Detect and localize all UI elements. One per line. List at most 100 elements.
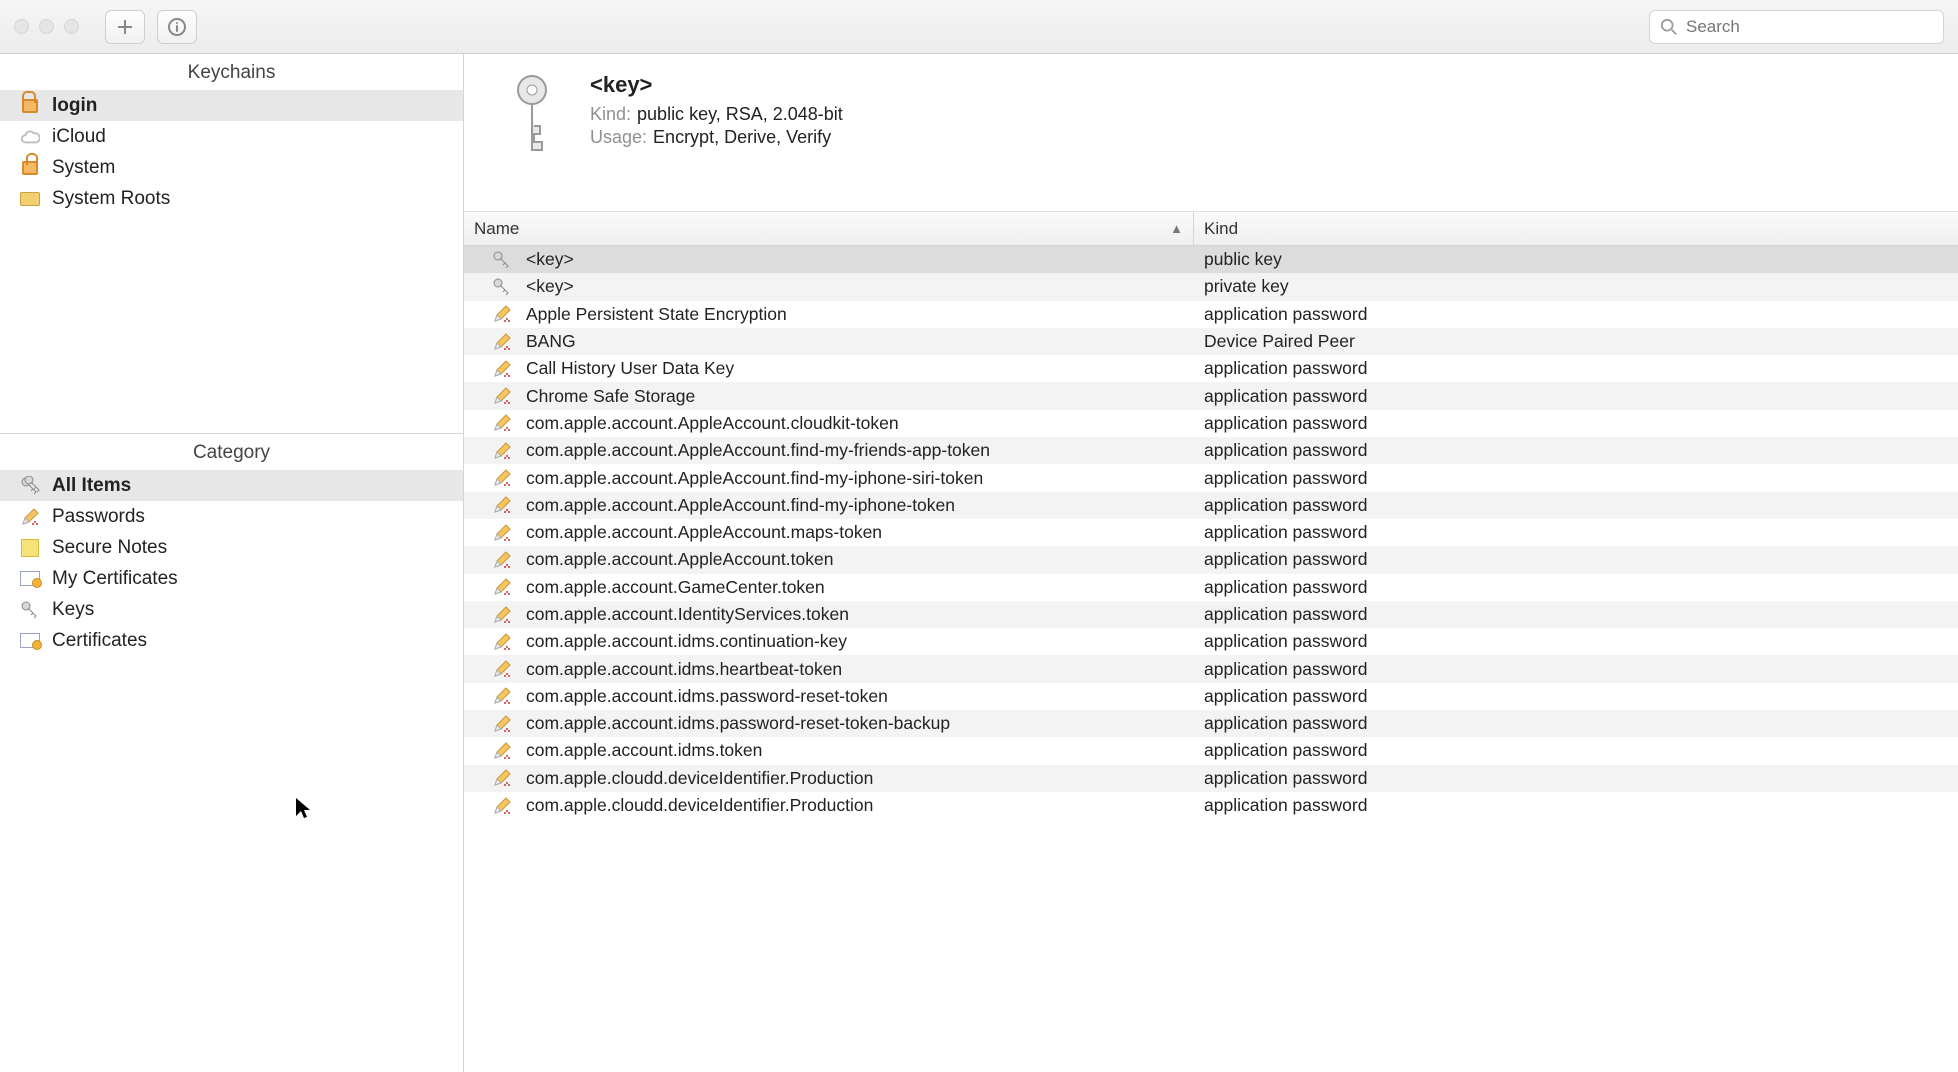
- search-icon: [1660, 18, 1678, 36]
- row-kind: application password: [1194, 686, 1958, 707]
- pencil-icon: [492, 332, 512, 352]
- table-row[interactable]: Apple Persistent State Encryption applica…: [464, 301, 1958, 328]
- column-header-name-label: Name: [474, 219, 519, 239]
- info-button[interactable]: [157, 10, 197, 44]
- row-name: Call History User Data Key: [526, 358, 734, 379]
- lock-closed-icon: [20, 158, 40, 178]
- table-row[interactable]: BANG Device Paired Peer: [464, 328, 1958, 355]
- table-row[interactable]: Call History User Data Keyapplication pa…: [464, 355, 1958, 382]
- add-button[interactable]: [105, 10, 145, 44]
- lock-open-icon: [20, 96, 40, 116]
- table-row[interactable]: <key> private key: [464, 273, 1958, 300]
- row-kind: application password: [1194, 631, 1958, 652]
- close-window-button[interactable]: [14, 19, 29, 34]
- table-row[interactable]: Chrome Safe Storageapplication password: [464, 382, 1958, 409]
- category-item[interactable]: Secure Notes: [0, 532, 463, 563]
- table-row[interactable]: com.apple.cloudd.deviceIdentifier.Produc…: [464, 792, 1958, 819]
- keychain-item[interactable]: System: [0, 152, 463, 183]
- sidebar: Keychains loginiCloudSystemSystem Roots …: [0, 54, 464, 1072]
- table-row[interactable]: com.apple.account.idms.password-reset-to…: [464, 710, 1958, 737]
- zoom-window-button[interactable]: [64, 19, 79, 34]
- table-row[interactable]: com.apple.cloudd.deviceIdentifier.Produc…: [464, 765, 1958, 792]
- column-header-name[interactable]: Name ▲: [464, 212, 1194, 245]
- row-name: com.apple.account.AppleAccount.find-my-i…: [526, 495, 955, 516]
- keychains-heading: Keychains: [0, 54, 463, 90]
- row-name: com.apple.account.GameCenter.token: [526, 577, 825, 598]
- category-item[interactable]: My Certificates: [0, 563, 463, 594]
- pencil-icon: [492, 386, 512, 406]
- certificate-icon: [20, 569, 40, 589]
- pencil-icon: [492, 550, 512, 570]
- keychain-item[interactable]: iCloud: [0, 121, 463, 152]
- table-row[interactable]: com.apple.account.idms.tokenapplication …: [464, 737, 1958, 764]
- row-name: com.apple.account.AppleAccount.find-my-f…: [526, 440, 990, 461]
- search-input[interactable]: [1686, 17, 1933, 37]
- row-kind: application password: [1194, 549, 1958, 570]
- row-kind: Device Paired Peer: [1194, 331, 1958, 352]
- pencil-icon: [492, 741, 512, 761]
- keychain-item-label: System Roots: [52, 188, 170, 210]
- category-item[interactable]: Passwords: [0, 501, 463, 532]
- certificate-icon: [20, 631, 40, 651]
- row-kind: application password: [1194, 304, 1958, 325]
- key-icon: [492, 277, 512, 297]
- pencil-icon: [492, 413, 512, 433]
- table-row[interactable]: com.apple.account.AppleAccount.maps-toke…: [464, 519, 1958, 546]
- table-row[interactable]: com.apple.account.AppleAccount.find-my-i…: [464, 492, 1958, 519]
- row-name: com.apple.cloudd.deviceIdentifier.Produc…: [526, 768, 873, 789]
- keychain-item[interactable]: login: [0, 90, 463, 121]
- category-item[interactable]: All Items: [0, 470, 463, 501]
- keychain-item[interactable]: System Roots: [0, 183, 463, 214]
- row-name: BANG: [526, 331, 576, 352]
- table-row[interactable]: com.apple.account.AppleAccount.find-my-f…: [464, 437, 1958, 464]
- keychain-item-label: System: [52, 157, 115, 179]
- pencil-icon: [492, 577, 512, 597]
- row-kind: application password: [1194, 659, 1958, 680]
- table-header: Name ▲ Kind: [464, 212, 1958, 246]
- category-item[interactable]: Certificates: [0, 625, 463, 656]
- row-name: <key>: [526, 276, 574, 297]
- category-item-label: Keys: [52, 599, 94, 621]
- category-item[interactable]: Keys: [0, 594, 463, 625]
- row-name: com.apple.account.IdentityServices.token: [526, 604, 849, 625]
- row-kind: application password: [1194, 768, 1958, 789]
- row-kind: private key: [1194, 276, 1958, 297]
- detail-usage-value: Encrypt, Derive, Verify: [653, 127, 831, 147]
- pencil-icon: [492, 359, 512, 379]
- table-body[interactable]: <key>public key <key> private key Apple Per…: [464, 246, 1958, 1072]
- pencil-icon: [492, 659, 512, 679]
- minimize-window-button[interactable]: [39, 19, 54, 34]
- table-row[interactable]: com.apple.account.GameCenter.tokenapplic…: [464, 574, 1958, 601]
- pencil-icon: [20, 507, 40, 527]
- category-heading: Category: [0, 434, 463, 470]
- item-detail-panel: <key> Kind:public key, RSA, 2.048-bit Us…: [464, 54, 1958, 212]
- keychain-item-label: login: [52, 95, 97, 117]
- column-header-kind-label: Kind: [1204, 219, 1238, 238]
- pencil-icon: [492, 523, 512, 543]
- table-row[interactable]: com.apple.account.idms.heartbeat-tokenap…: [464, 655, 1958, 682]
- row-kind: application password: [1194, 604, 1958, 625]
- note-icon: [20, 538, 40, 558]
- category-item-label: Secure Notes: [52, 537, 167, 559]
- row-kind: application password: [1194, 440, 1958, 461]
- row-name: com.apple.account.idms.continuation-key: [526, 631, 847, 652]
- search-field[interactable]: [1649, 10, 1944, 44]
- row-kind: application password: [1194, 386, 1958, 407]
- table-row[interactable]: com.apple.account.idms.password-reset-to…: [464, 683, 1958, 710]
- row-kind: application password: [1194, 413, 1958, 434]
- row-kind: application password: [1194, 795, 1958, 816]
- table-row[interactable]: com.apple.account.idms.continuation-key a…: [464, 628, 1958, 655]
- content-area: <key> Kind:public key, RSA, 2.048-bit Us…: [464, 54, 1958, 1072]
- key-icon: [492, 250, 512, 270]
- table-row[interactable]: <key>public key: [464, 246, 1958, 273]
- table-row[interactable]: com.apple.account.AppleAccount.cloudkit-…: [464, 410, 1958, 437]
- column-header-kind[interactable]: Kind: [1194, 219, 1958, 239]
- row-name: Apple Persistent State Encryption: [526, 304, 787, 325]
- detail-kind-value: public key, RSA, 2.048-bit: [637, 104, 843, 124]
- table-row[interactable]: com.apple.account.AppleAccount.find-my-i…: [464, 464, 1958, 491]
- toolbar: [0, 0, 1958, 54]
- table-row[interactable]: com.apple.account.AppleAccount.tokenappl…: [464, 546, 1958, 573]
- pencil-icon: [492, 768, 512, 788]
- row-kind: application password: [1194, 468, 1958, 489]
- table-row[interactable]: com.apple.account.IdentityServices.token…: [464, 601, 1958, 628]
